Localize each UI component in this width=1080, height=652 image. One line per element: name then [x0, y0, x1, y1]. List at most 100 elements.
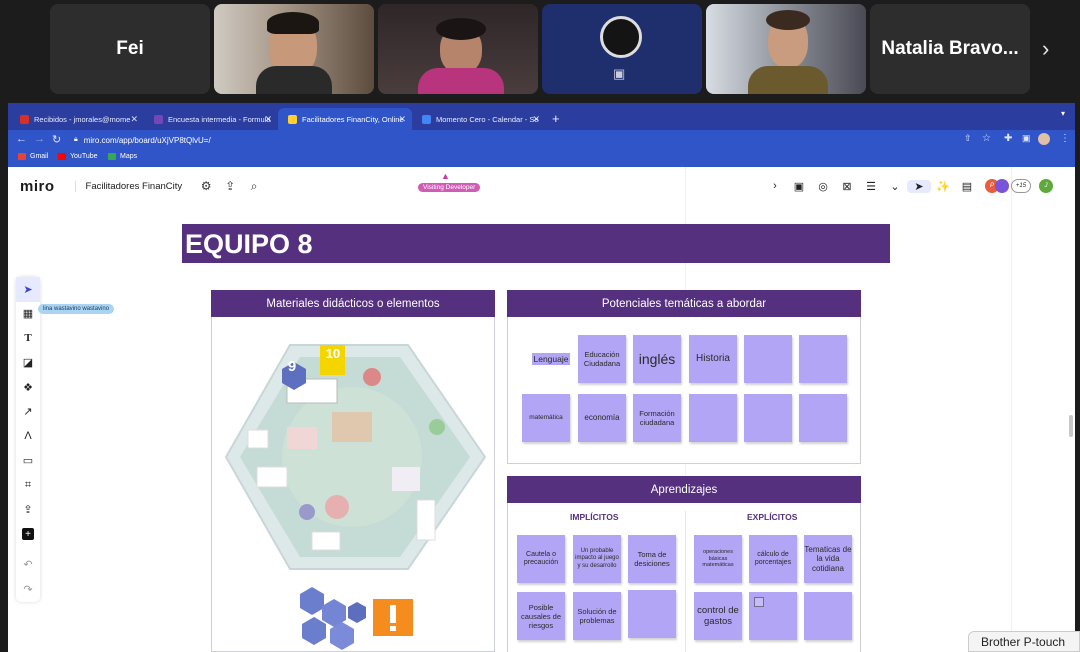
- sticky-note[interactable]: [804, 592, 852, 640]
- new-tab-button[interactable]: +: [552, 111, 560, 126]
- forward-icon[interactable]: →: [34, 133, 45, 145]
- redo-icon[interactable]: ↷: [16, 577, 40, 602]
- materials-header[interactable]: Materiales didácticos o elementos: [211, 290, 495, 317]
- chevron-down-icon[interactable]: ▾: [1061, 109, 1065, 118]
- learning-frame[interactable]: IMPLÍCITOS EXPLÍCITOS Cautela o precauci…: [507, 503, 861, 652]
- text-icon[interactable]: T: [16, 326, 40, 351]
- participant-tile-natalia[interactable]: Natalia Bravo...: [870, 4, 1030, 94]
- sticky-note[interactable]: inglés: [633, 335, 681, 383]
- sticky-note[interactable]: Historia: [689, 335, 737, 383]
- star-icon[interactable]: ☆: [982, 133, 991, 144]
- sticky-note[interactable]: [799, 335, 847, 383]
- scrollbar[interactable]: [1069, 415, 1073, 437]
- sticky-note[interactable]: [799, 394, 847, 442]
- focus-icon[interactable]: ◎: [811, 180, 835, 193]
- tab-gmail[interactable]: Recibidos - jmorales@mome ✕: [10, 108, 144, 130]
- bookmark-maps[interactable]: Maps: [108, 153, 137, 160]
- notes-icon[interactable]: ☰: [859, 180, 883, 193]
- close-icon[interactable]: ✕: [264, 114, 272, 125]
- participant-video-2[interactable]: [378, 4, 538, 94]
- reload-icon[interactable]: ↻: [52, 133, 61, 146]
- close-icon[interactable]: ✕: [532, 114, 540, 125]
- sticky-note[interactable]: Un probable impacto al juego y su desarr…: [573, 535, 621, 583]
- back-icon[interactable]: ←: [16, 133, 27, 145]
- collaborator-cursor-label: lina wastavino wastavino: [38, 304, 115, 314]
- select-icon[interactable]: ➤: [16, 277, 40, 302]
- chevron-right-icon[interactable]: ›: [1042, 36, 1049, 62]
- miro-logo[interactable]: miro: [20, 178, 55, 195]
- collaborators[interactable]: P +15 J: [983, 179, 1053, 193]
- undo-icon[interactable]: ↶: [16, 553, 40, 578]
- participant-video-3[interactable]: [706, 4, 866, 94]
- board-name[interactable]: Facilitadores FinanCity: [74, 180, 182, 192]
- printer-notification[interactable]: Brother P-touch: [968, 631, 1080, 652]
- close-icon[interactable]: ✕: [130, 114, 138, 125]
- add-icon[interactable]: +: [16, 522, 40, 547]
- sticky-note[interactable]: [744, 394, 792, 442]
- profile-avatar[interactable]: [1038, 133, 1050, 145]
- sticky-note[interactable]: cálculo de porcentajes: [749, 535, 797, 583]
- table-icon[interactable]: ▦: [16, 302, 40, 327]
- topics-header[interactable]: Potenciales temáticas a abordar: [507, 290, 861, 317]
- browser-window: Recibidos - jmorales@mome ✕ Encuesta int…: [8, 103, 1075, 652]
- reactions-icon[interactable]: ✨: [931, 180, 955, 193]
- note-text: cálculo de porcentajes: [754, 550, 792, 566]
- comment-icon[interactable]: ▭: [16, 449, 40, 474]
- tab-forms[interactable]: Encuesta intermedia - Formula ✕: [144, 108, 278, 130]
- more-down-icon[interactable]: ⌄: [883, 180, 907, 193]
- bookmark-youtube[interactable]: YouTube: [58, 153, 98, 160]
- sticky-note[interactable]: Lenguaje: [522, 335, 580, 383]
- sticky-note[interactable]: control de gastos: [694, 592, 742, 640]
- sticky-note[interactable]: Educación Ciudadana: [578, 335, 626, 383]
- timer-icon[interactable]: ⊠: [835, 180, 859, 193]
- share-icon[interactable]: ⇧: [964, 133, 972, 144]
- lock-icon: 🔒︎: [74, 136, 78, 143]
- extensions-icon[interactable]: ✚: [1004, 133, 1012, 144]
- sticky-note[interactable]: [749, 592, 797, 640]
- sticky-note[interactable]: Solución de problemas: [573, 592, 621, 640]
- sticky-note[interactable]: operaciones básicas matemáticas: [694, 535, 742, 583]
- frame-icon[interactable]: ⌗: [16, 473, 40, 498]
- upload-icon[interactable]: ⇪: [16, 498, 40, 523]
- learning-header[interactable]: Aprendizajes: [507, 476, 861, 503]
- frame-icon[interactable]: ▣: [787, 180, 811, 193]
- sticky-note[interactable]: Cautela o precaución: [517, 535, 565, 583]
- url-field[interactable]: 🔒︎ miro.com/app/board/uXjVP8tQlvU=/: [74, 132, 974, 148]
- miro-board[interactable]: miro Facilitadores FinanCity ⚙ ⇪ ⌕ ▲ Vis…: [8, 167, 1075, 652]
- sticky-note-icon[interactable]: ◪: [16, 351, 40, 376]
- participant-camera-off[interactable]: ▣: [542, 4, 702, 94]
- board-grid-line: [1011, 167, 1012, 652]
- participant-video-1[interactable]: [214, 4, 374, 94]
- bookmark-gmail[interactable]: Gmail: [18, 153, 48, 160]
- sticky-note[interactable]: Toma de desiciones: [628, 535, 676, 583]
- menu-icon[interactable]: ⋮: [1060, 133, 1070, 144]
- pen-icon[interactable]: Ʌ: [16, 424, 40, 449]
- sticky-note[interactable]: [628, 590, 676, 638]
- tab-calendar[interactable]: Momento Cero - Calendar - Se ✕: [412, 108, 546, 130]
- sticky-note[interactable]: [744, 335, 792, 383]
- topics-frame[interactable]: Lenguaje Educación Ciudadana inglés Hist…: [507, 317, 861, 464]
- materials-frame[interactable]: 9 10: [211, 317, 495, 652]
- sticky-note[interactable]: [689, 394, 737, 442]
- close-icon[interactable]: ✕: [398, 114, 406, 125]
- upload-icon[interactable]: ⇪: [220, 179, 240, 193]
- pointer-icon[interactable]: ➤: [907, 179, 931, 193]
- settings-icon[interactable]: ⚙: [196, 179, 216, 193]
- checkbox[interactable]: [754, 597, 764, 607]
- sticky-note[interactable]: Formación ciudadana: [633, 394, 681, 442]
- tab-miro[interactable]: Facilitadores FinanCity, Online ✕: [278, 108, 412, 130]
- sticky-note[interactable]: economía: [578, 394, 626, 442]
- team-header[interactable]: EQUIPO 8: [182, 224, 890, 263]
- obs-logo-icon: [600, 16, 642, 58]
- connection-line-icon[interactable]: ↗: [16, 400, 40, 425]
- comment-icon[interactable]: ▤: [955, 180, 979, 193]
- sticky-note[interactable]: Posible causales de riesgos: [517, 592, 565, 640]
- shapes-icon[interactable]: ❖: [16, 375, 40, 400]
- sticky-note[interactable]: matemática: [522, 394, 570, 442]
- sidebar-icon[interactable]: ▣: [1022, 133, 1031, 144]
- chevron-right-icon[interactable]: ›: [763, 180, 787, 192]
- column-divider: [685, 511, 686, 652]
- participant-tile-fei[interactable]: Fei: [50, 4, 210, 94]
- sticky-note[interactable]: Tematicas de la vida cotidiana: [804, 535, 852, 583]
- search-icon[interactable]: ⌕: [244, 179, 264, 194]
